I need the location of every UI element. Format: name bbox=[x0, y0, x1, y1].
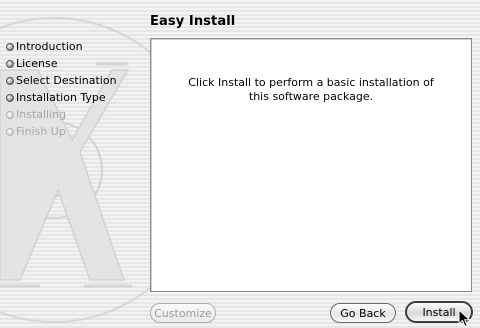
step-label: Installation Type bbox=[16, 91, 106, 104]
step-bullet-icon bbox=[6, 127, 14, 136]
step-bullet-icon bbox=[6, 59, 14, 68]
page-title: Easy Install bbox=[150, 14, 236, 29]
step-bullet-icon bbox=[6, 93, 14, 102]
step-select-destination: Select Destination bbox=[6, 72, 117, 89]
step-label: Finish Up bbox=[16, 125, 66, 138]
step-bullet-icon bbox=[6, 76, 14, 85]
step-finish-up: Finish Up bbox=[6, 123, 117, 140]
install-message: Click Install to perform a basic install… bbox=[188, 76, 434, 103]
step-label: License bbox=[16, 57, 58, 70]
content-panel: Click Install to perform a basic install… bbox=[150, 38, 472, 292]
step-label: Introduction bbox=[16, 40, 83, 53]
customize-button[interactable]: Customize bbox=[150, 303, 216, 323]
installer-steps: Introduction License Select Destination … bbox=[6, 38, 117, 140]
step-label: Select Destination bbox=[16, 74, 117, 87]
step-installing: Installing bbox=[6, 106, 117, 123]
step-bullet-icon bbox=[6, 110, 14, 119]
install-button[interactable]: Install bbox=[405, 301, 473, 323]
step-license: License bbox=[6, 55, 117, 72]
step-introduction: Introduction bbox=[6, 38, 117, 55]
installer-window: Easy Install Introduction License Select… bbox=[0, 0, 480, 328]
step-bullet-icon bbox=[6, 42, 14, 51]
go-back-button[interactable]: Go Back bbox=[330, 303, 396, 323]
step-label: Installing bbox=[16, 108, 67, 121]
step-installation-type: Installation Type bbox=[6, 89, 117, 106]
